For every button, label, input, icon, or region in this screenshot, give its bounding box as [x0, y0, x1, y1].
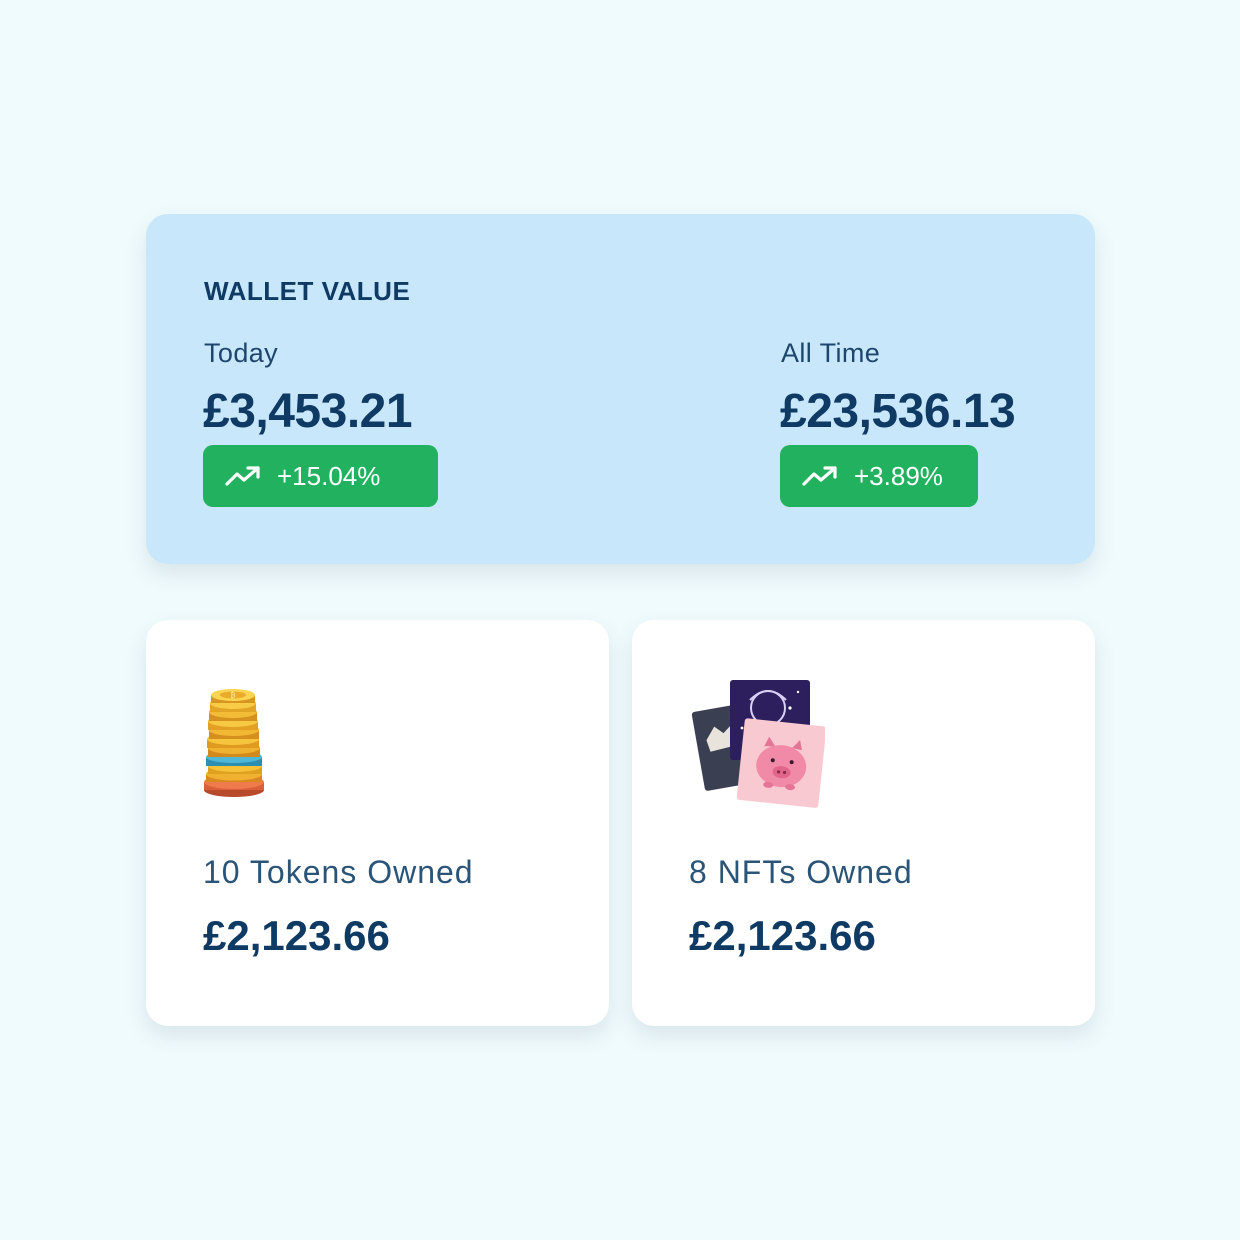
wallet-value-card: WALLET VALUE Today £3,453.21 +15.04% All… — [146, 214, 1095, 564]
today-label: Today — [204, 338, 279, 368]
all-time-value: £23,536.13 — [780, 385, 1016, 438]
today-change-badge: +15.04% — [203, 445, 438, 507]
trending-up-icon — [225, 464, 265, 488]
today-change-text: +15.04% — [277, 460, 381, 491]
all-time-change-badge: +3.89% — [780, 445, 978, 507]
tokens-card[interactable]: ₿ 10 Tokens Owned £2,123.66 — [146, 620, 609, 1026]
nft-cards-icon — [690, 678, 827, 818]
nfts-value: £2,123.66 — [689, 912, 876, 959]
all-time-label: All Time — [781, 338, 881, 368]
wallet-title: WALLET VALUE — [204, 276, 411, 306]
nfts-card[interactable]: 8 NFTs Owned £2,123.66 — [632, 620, 1095, 1026]
all-time-change-text: +3.89% — [854, 460, 943, 491]
trending-up-icon — [802, 464, 842, 488]
svg-text:₿: ₿ — [230, 692, 235, 700]
today-value: £3,453.21 — [203, 385, 413, 438]
coin-stack-icon: ₿ — [202, 686, 268, 803]
nfts-owned-label: 8 NFTs Owned — [689, 854, 913, 890]
tokens-value: £2,123.66 — [203, 912, 390, 959]
tokens-owned-label: 10 Tokens Owned — [203, 854, 474, 890]
